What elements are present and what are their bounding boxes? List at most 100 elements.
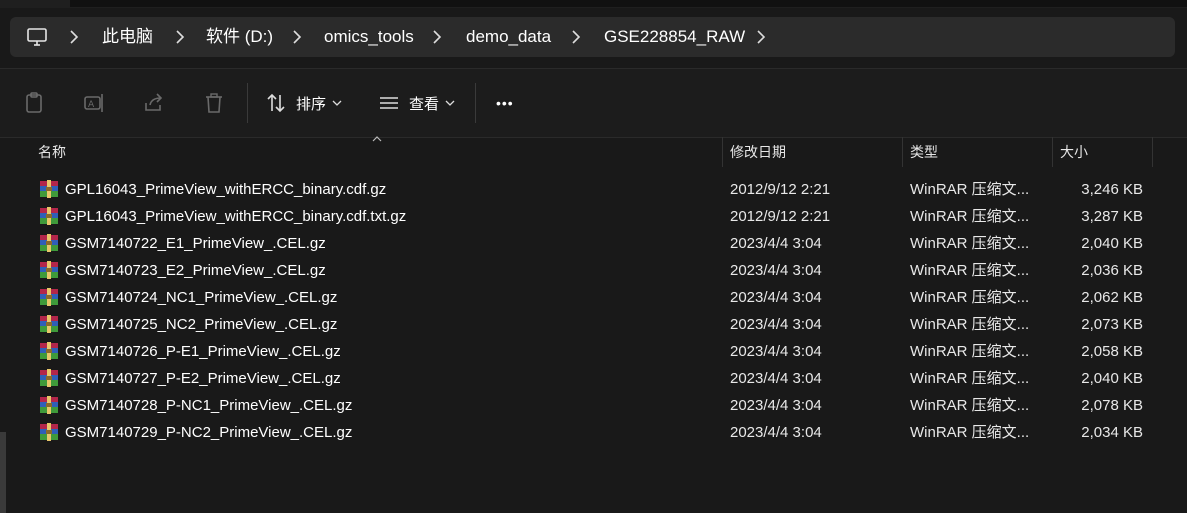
file-size: 2,058 KB [1081, 343, 1143, 360]
file-row[interactable]: GSM7140723_E2_PrimeView_.CEL.gz 2023/4/4 … [0, 257, 1187, 284]
rename-icon[interactable]: A [82, 91, 106, 115]
winrar-archive-icon [40, 423, 58, 441]
column-divider[interactable] [1152, 137, 1153, 167]
winrar-archive-icon [40, 180, 58, 198]
file-modified: 2023/4/4 3:04 [730, 262, 822, 279]
file-name: GSM7140724_NC1_PrimeView_.CEL.gz [65, 289, 338, 306]
file-modified: 2023/4/4 3:04 [730, 397, 822, 414]
file-name: GSM7140727_P-E2_PrimeView_.CEL.gz [65, 370, 341, 387]
breadcrumb-item[interactable]: 此电脑 [102, 17, 153, 57]
file-size: 3,287 KB [1081, 208, 1143, 225]
column-divider[interactable] [902, 137, 903, 167]
winrar-archive-icon [40, 288, 58, 306]
winrar-archive-icon [40, 261, 58, 279]
file-size: 2,062 KB [1081, 289, 1143, 306]
file-name: GSM7140722_E1_PrimeView_.CEL.gz [65, 235, 326, 252]
tab-strip-edge [70, 0, 1187, 7]
file-type: WinRAR 压缩文... [910, 181, 1030, 198]
file-size: 3,246 KB [1081, 181, 1143, 198]
file-name: GPL16043_PrimeView_withERCC_binary.cdf.g… [65, 181, 387, 198]
file-type: WinRAR 压缩文... [910, 262, 1030, 279]
window-top-strip [0, 0, 1187, 8]
view-label: 查看 [409, 95, 440, 113]
sort-label: 排序 [296, 95, 327, 113]
winrar-archive-icon [40, 234, 58, 252]
file-row[interactable]: GSM7140729_P-NC2_PrimeView_.CEL.gz 2023/4… [0, 419, 1187, 446]
file-row[interactable]: GSM7140727_P-E2_PrimeView_.CEL.gz 2023/4/… [0, 365, 1187, 392]
file-type: WinRAR 压缩文... [910, 316, 1030, 333]
winrar-archive-icon [40, 369, 58, 387]
column-header-type[interactable]: 类型 [910, 137, 938, 167]
file-type: WinRAR 压缩文... [910, 208, 1030, 225]
file-row[interactable]: GSM7140726_P-E1_PrimeView_.CEL.gz 2023/4/… [0, 338, 1187, 365]
file-type: WinRAR 压缩文... [910, 235, 1030, 252]
winrar-archive-icon [40, 342, 58, 360]
view-button[interactable]: 查看 [378, 69, 455, 137]
breadcrumb-item[interactable]: omics_tools [324, 17, 414, 57]
file-row[interactable]: GSM7140724_NC1_PrimeView_.CEL.gz 2023/4/4… [0, 284, 1187, 311]
file-modified: 2012/9/12 2:21 [730, 181, 831, 198]
chevron-right-icon[interactable] [755, 28, 767, 46]
file-size: 2,040 KB [1081, 370, 1143, 387]
svg-text:A: A [88, 100, 95, 110]
winrar-archive-icon [40, 315, 58, 333]
chevron-down-icon [332, 100, 342, 106]
computer-icon[interactable] [26, 26, 48, 48]
file-modified: 2023/4/4 3:04 [730, 235, 822, 252]
breadcrumb-item[interactable]: demo_data [466, 17, 551, 57]
view-list-icon [380, 97, 398, 109]
file-row[interactable]: GSM7140728_P-NC1_PrimeView_.CEL.gz 2023/4… [0, 392, 1187, 419]
clipboard-icon[interactable] [22, 91, 46, 115]
breadcrumb-item[interactable]: 软件 (D:) [206, 17, 273, 57]
file-modified: 2023/4/4 3:04 [730, 343, 822, 360]
trash-icon[interactable] [202, 91, 226, 115]
file-name: GPL16043_PrimeView_withERCC_binary.cdf.t… [65, 208, 407, 225]
command-bar: A 排序 查看 ••• [0, 68, 1187, 138]
file-type: WinRAR 压缩文... [910, 289, 1030, 306]
column-divider[interactable] [1052, 137, 1053, 167]
column-header-size[interactable]: 大小 [1060, 137, 1088, 167]
more-options-button[interactable]: ••• [496, 69, 514, 137]
file-name: GSM7140729_P-NC2_PrimeView_.CEL.gz [65, 424, 353, 441]
file-row[interactable]: GPL16043_PrimeView_withERCC_binary.cdf.g… [0, 176, 1187, 203]
chevron-right-icon[interactable] [431, 28, 443, 46]
file-row[interactable]: GSM7140725_NC2_PrimeView_.CEL.gz 2023/4/4… [0, 311, 1187, 338]
file-modified: 2012/9/12 2:21 [730, 208, 831, 225]
chevron-right-icon[interactable] [174, 28, 186, 46]
toolbar-divider [475, 83, 476, 123]
file-type: WinRAR 压缩文... [910, 343, 1030, 360]
breadcrumb-item[interactable]: GSE228854_RAW [604, 17, 745, 57]
column-divider[interactable] [722, 137, 723, 167]
chevron-right-icon[interactable] [68, 28, 80, 46]
winrar-archive-icon [40, 207, 58, 225]
chevron-right-icon[interactable] [570, 28, 582, 46]
chevron-down-icon [445, 100, 455, 106]
file-size: 2,034 KB [1081, 424, 1143, 441]
file-size: 2,040 KB [1081, 235, 1143, 252]
toolbar-divider [247, 83, 248, 123]
file-type: WinRAR 压缩文... [910, 370, 1030, 387]
file-row[interactable]: GSM7140722_E1_PrimeView_.CEL.gz 2023/4/4 … [0, 230, 1187, 257]
file-size: 2,078 KB [1081, 397, 1143, 414]
address-bar[interactable]: 此电脑 软件 (D:) omics_tools demo_data GSE228… [10, 17, 1175, 57]
file-modified: 2023/4/4 3:04 [730, 370, 822, 387]
chevron-right-icon[interactable] [291, 28, 303, 46]
file-name: GSM7140728_P-NC1_PrimeView_.CEL.gz [65, 397, 353, 414]
file-name: GSM7140723_E2_PrimeView_.CEL.gz [65, 262, 326, 279]
sort-icon [267, 93, 285, 113]
file-size: 2,073 KB [1081, 316, 1143, 333]
file-row[interactable]: GPL16043_PrimeView_withERCC_binary.cdf.t… [0, 203, 1187, 230]
file-modified: 2023/4/4 3:04 [730, 424, 822, 441]
file-size: 2,036 KB [1081, 262, 1143, 279]
file-name: GSM7140726_P-E1_PrimeView_.CEL.gz [65, 343, 341, 360]
sort-button[interactable]: 排序 [265, 69, 342, 137]
file-type: WinRAR 压缩文... [910, 397, 1030, 414]
file-type: WinRAR 压缩文... [910, 424, 1030, 441]
column-header-name[interactable]: 名称 [38, 137, 66, 167]
share-icon[interactable] [142, 91, 166, 115]
file-modified: 2023/4/4 3:04 [730, 316, 822, 333]
winrar-archive-icon [40, 396, 58, 414]
file-modified: 2023/4/4 3:04 [730, 289, 822, 306]
column-header-modified[interactable]: 修改日期 [730, 137, 786, 167]
file-name: GSM7140725_NC2_PrimeView_.CEL.gz [65, 316, 338, 333]
